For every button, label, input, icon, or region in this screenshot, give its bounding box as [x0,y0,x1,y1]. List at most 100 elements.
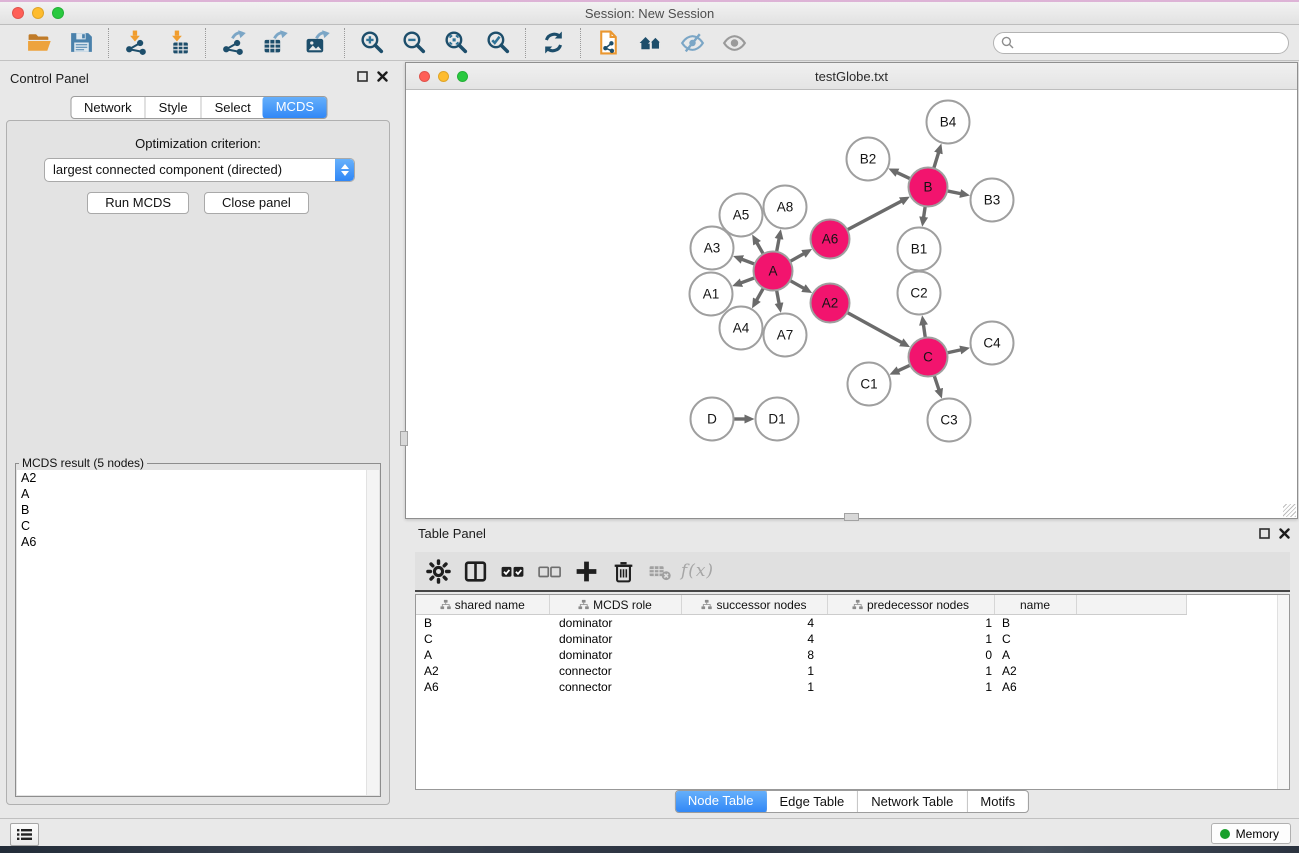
node-C4[interactable]: C4 [971,322,1014,365]
export-image-button[interactable] [303,29,331,57]
table-cell[interactable]: A2 [994,663,1076,679]
column-header-shared-name[interactable]: shared name [416,595,549,615]
table-cell[interactable]: A2 [416,663,549,679]
table-cell[interactable]: C [416,631,549,647]
mcds-result-item[interactable]: A [17,486,379,502]
criterion-dropdown[interactable]: largest connected component (directed) [44,158,355,182]
settings-button[interactable] [425,558,452,585]
table-tab-node-table[interactable]: Node Table [675,790,767,813]
search-input[interactable] [1014,33,1288,53]
run-mcds-button[interactable]: Run MCDS [87,192,189,214]
table-row[interactable]: Adominator80A [416,647,1186,663]
export-network-button[interactable] [219,29,247,57]
network-canvas[interactable]: B4B2BB3A5A8A6A3B1AA1C2A2A4A7C4CC1C3DD1 [406,90,1297,518]
table-tab-network-table[interactable]: Network Table [857,791,966,812]
table-cell[interactable]: dominator [549,615,681,632]
vertical-splitter-handle[interactable] [400,431,408,446]
table-cell[interactable]: A6 [994,679,1076,695]
table-cell[interactable]: 1 [827,679,994,695]
node-B[interactable]: B [909,168,948,207]
network-window-titlebar[interactable]: testGlobe.txt [406,63,1297,90]
table-cell[interactable]: connector [549,663,681,679]
mcds-result-item[interactable]: B [17,502,379,518]
mcds-result-list[interactable]: A2ABCA6 [17,470,379,795]
mcds-result-item[interactable]: A6 [17,534,379,550]
horizontal-splitter-handle[interactable] [844,513,859,521]
node-D1[interactable]: D1 [756,398,799,441]
table-cell[interactable]: 8 [681,647,827,663]
zoom-out-button[interactable] [400,29,428,57]
table-cell[interactable]: 1 [827,663,994,679]
close-panel-icon[interactable] [377,71,388,82]
table-cell[interactable]: A [416,647,549,663]
table-cell[interactable]: 1 [681,679,827,695]
export-table-button[interactable] [261,29,289,57]
search-box[interactable] [993,32,1289,54]
node-A7[interactable]: A7 [764,314,807,357]
node-B1[interactable]: B1 [898,228,941,271]
node-B2[interactable]: B2 [847,138,890,181]
import-network-button[interactable] [122,29,150,57]
column-header-mcds-role[interactable]: MCDS role [549,595,681,615]
node-C[interactable]: C [909,338,948,377]
node-C3[interactable]: C3 [928,399,971,442]
table-tab-edge-table[interactable]: Edge Table [765,791,857,812]
node-A5[interactable]: A5 [720,194,763,237]
table-cell[interactable]: A6 [416,679,549,695]
node-D[interactable]: D [691,398,734,441]
deselect-all-button[interactable] [536,558,563,585]
node-A8[interactable]: A8 [764,186,807,229]
refresh-layout-button[interactable] [539,29,567,57]
split-view-button[interactable] [462,558,489,585]
show-all-button[interactable] [720,29,748,57]
hide-selected-button[interactable] [678,29,706,57]
node-A[interactable]: A [754,252,793,291]
table-cell[interactable]: 0 [827,647,994,663]
mcds-result-item[interactable]: C [17,518,379,534]
table-row[interactable]: Bdominator41B [416,615,1186,632]
network-graph[interactable]: B4B2BB3A5A8A6A3B1AA1C2A2A4A7C4CC1C3DD1 [406,90,1297,519]
open-file-button[interactable] [25,29,53,57]
zoom-fit-button[interactable] [442,29,470,57]
first-neighbors-button[interactable] [636,29,664,57]
node-A1[interactable]: A1 [690,273,733,316]
table-cell[interactable]: dominator [549,647,681,663]
new-network-from-selection-button[interactable] [594,29,622,57]
node-table-container[interactable]: shared nameMCDS rolesuccessor nodesprede… [415,594,1290,790]
table-cell[interactable]: dominator [549,631,681,647]
column-header-name[interactable]: name [994,595,1076,615]
column-header-successor-nodes[interactable]: successor nodes [681,595,827,615]
table-cell[interactable]: 4 [681,631,827,647]
column-header-predecessor-nodes[interactable]: predecessor nodes [827,595,994,615]
node-B3[interactable]: B3 [971,179,1014,222]
node-C2[interactable]: C2 [898,272,941,315]
tab-style[interactable]: Style [145,97,201,118]
tab-network[interactable]: Network [71,97,145,118]
node-C1[interactable]: C1 [848,363,891,406]
delete-row-button[interactable] [610,558,637,585]
mcds-result-item[interactable]: A2 [17,470,379,486]
edge-A2-C[interactable] [844,311,902,343]
node-B4[interactable]: B4 [927,101,970,144]
table-row[interactable]: Cdominator41C [416,631,1186,647]
zoom-in-button[interactable] [358,29,386,57]
resize-grip-icon[interactable] [1283,504,1296,517]
float-panel-icon[interactable] [357,71,368,82]
memory-button[interactable]: Memory [1211,823,1291,844]
node-A4[interactable]: A4 [720,307,763,350]
close-table-panel-icon[interactable] [1279,528,1290,539]
zoom-selected-button[interactable] [484,29,512,57]
node-A3[interactable]: A3 [691,227,734,270]
table-tab-motifs[interactable]: Motifs [966,791,1028,812]
float-table-panel-icon[interactable] [1259,528,1270,539]
table-cell[interactable]: B [994,615,1076,632]
table-cell[interactable]: 1 [681,663,827,679]
table-cell[interactable]: 1 [827,631,994,647]
import-table-button[interactable] [164,29,192,57]
table-cell[interactable]: 4 [681,615,827,632]
tab-mcds[interactable]: MCDS [263,96,327,119]
table-row[interactable]: A6connector11A6 [416,679,1186,695]
node-A6[interactable]: A6 [811,220,850,259]
select-all-button[interactable] [499,558,526,585]
close-panel-button[interactable]: Close panel [204,192,309,214]
